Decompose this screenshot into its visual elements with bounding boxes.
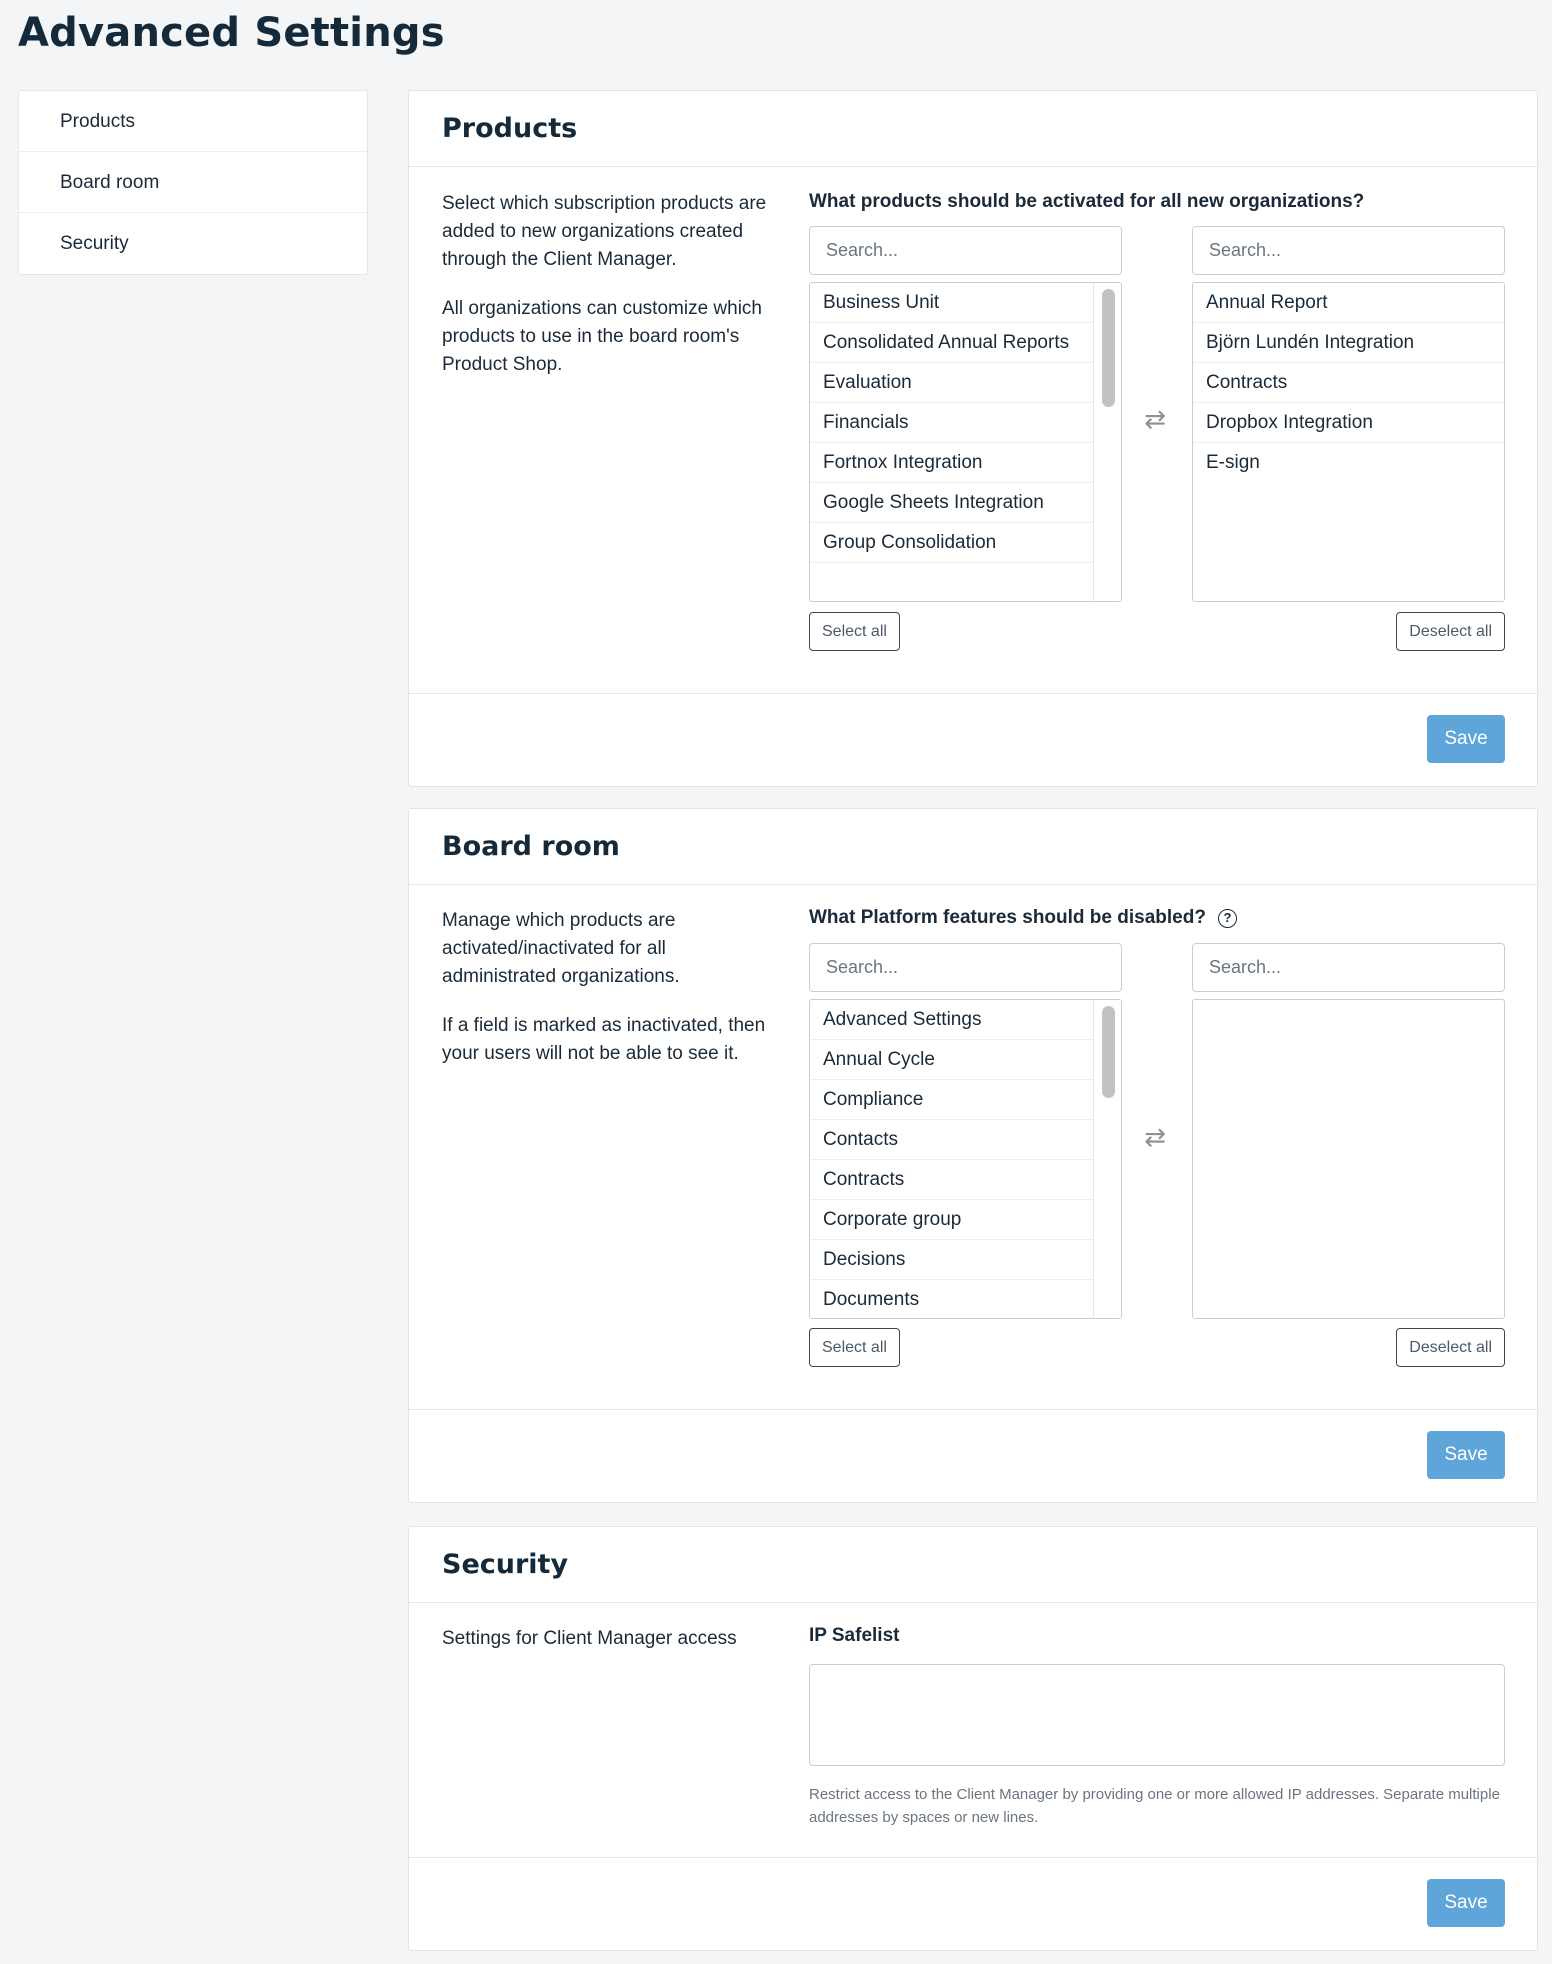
ip-safelist-label: IP Safelist (809, 1625, 899, 1647)
security-card: Security Settings for Client Manager acc… (408, 1526, 1538, 1951)
board-room-available-list[interactable]: Advanced Settings Annual Cycle Complianc… (809, 999, 1122, 1319)
list-item[interactable]: Contracts (810, 1160, 1093, 1200)
products-card-footer: Save (409, 693, 1537, 786)
sidebar-item-security[interactable]: Security (19, 213, 367, 274)
products-card: Products Select which subscription produ… (408, 90, 1538, 787)
list-item[interactable]: Contacts (810, 1120, 1093, 1160)
list-item[interactable]: Group Consolidation (810, 523, 1093, 563)
scroll-thumb[interactable] (1102, 1006, 1115, 1098)
list-item[interactable]: E-sign (1193, 443, 1504, 482)
list-item[interactable]: Documents (810, 1280, 1093, 1318)
sidebar-item-products[interactable]: Products (19, 91, 367, 152)
board-room-description-text-1: Manage which products are activated/inac… (442, 910, 680, 987)
list-item[interactable]: Dropbox Integration (1193, 403, 1504, 443)
products-selected-search-input[interactable] (1192, 226, 1505, 275)
board-room-card-footer: Save (409, 1409, 1537, 1502)
list-item[interactable]: Decisions (810, 1240, 1093, 1280)
scrollbar[interactable] (1093, 1000, 1121, 1318)
security-description: Settings for Client Manager access (442, 1625, 802, 1674)
list-item[interactable]: Annual Report (1193, 283, 1504, 323)
products-question-label: What products should be activated for al… (809, 191, 1365, 212)
security-card-footer: Save (409, 1857, 1537, 1950)
list-item[interactable]: Fortnox Integration (810, 443, 1093, 483)
page-title: Advanced Settings (18, 10, 445, 56)
board-room-question-label: What Platform features should be disable… (809, 907, 1206, 928)
list-item[interactable]: Advanced Settings (810, 1000, 1093, 1040)
products-card-body: Select which subscription products are a… (409, 167, 1537, 693)
products-card-header: Products (409, 91, 1537, 167)
board-room-card-header: Board room (409, 809, 1537, 885)
board-room-selected-search-input[interactable] (1192, 943, 1505, 992)
products-description-text-2: All organizations can customize which pr… (442, 298, 762, 375)
list-item[interactable]: Business Unit (810, 283, 1093, 323)
board-room-card-title: Board room (442, 831, 620, 862)
products-deselect-all-button[interactable]: Deselect all (1396, 612, 1505, 651)
list-item[interactable]: Compliance (810, 1080, 1093, 1120)
list-item[interactable]: Consolidated Annual Reports (810, 323, 1093, 363)
ip-safelist-field[interactable] (809, 1664, 1505, 1766)
list-item[interactable]: Björn Lundén Integration (1193, 323, 1504, 363)
board-room-card: Board room Manage which products are act… (408, 808, 1538, 1503)
transfer-arrows-icon: ⇄ (1144, 1122, 1166, 1152)
ip-safelist-label-text: IP Safelist (809, 1625, 900, 1646)
products-selected-list[interactable]: Annual Report Björn Lundén Integration C… (1192, 282, 1505, 602)
board-room-available-search-input[interactable] (809, 943, 1122, 992)
list-item[interactable]: Contracts (1193, 363, 1504, 403)
board-room-save-button[interactable]: Save (1427, 1431, 1505, 1479)
products-description: Select which subscription products are a… (442, 190, 782, 400)
products-save-button[interactable]: Save (1427, 715, 1505, 763)
sidebar: Products Board room Security (18, 90, 368, 275)
products-available-search-input[interactable] (809, 226, 1122, 275)
products-description-text-1: Select which subscription products are a… (442, 193, 767, 270)
security-card-title: Security (442, 1549, 569, 1580)
scroll-thumb[interactable] (1102, 289, 1115, 407)
board-room-selected-list[interactable] (1192, 999, 1505, 1319)
board-room-description: Manage which products are activated/inac… (442, 907, 782, 1089)
products-available-list[interactable]: Business Unit Consolidated Annual Report… (809, 282, 1122, 602)
products-select-all-button[interactable]: Select all (809, 612, 900, 651)
security-card-body: Settings for Client Manager access IP Sa… (409, 1603, 1537, 1857)
question-circle-icon[interactable]: ? (1217, 908, 1237, 928)
products-card-title: Products (442, 113, 578, 144)
board-room-card-body: Manage which products are activated/inac… (409, 885, 1537, 1409)
transfer-arrows-icon: ⇄ (1144, 404, 1166, 434)
security-description-text: Settings for Client Manager access (442, 1628, 737, 1649)
list-item[interactable]: Financials (810, 403, 1093, 443)
board-room-question: What Platform features should be disable… (809, 907, 1237, 929)
ip-safelist-helper-text: Restrict access to the Client Manager by… (809, 1786, 1500, 1826)
list-item[interactable]: Evaluation (810, 363, 1093, 403)
board-room-description-text-2: If a field is marked as inactivated, the… (442, 1015, 766, 1064)
board-room-deselect-all-button[interactable]: Deselect all (1396, 1328, 1505, 1367)
products-question: What products should be activated for al… (809, 191, 1364, 213)
list-item[interactable]: Google Sheets Integration (810, 483, 1093, 523)
security-save-button[interactable]: Save (1427, 1879, 1505, 1927)
sidebar-item-board-room[interactable]: Board room (19, 152, 367, 213)
scrollbar[interactable] (1093, 283, 1121, 601)
list-item[interactable]: Corporate group (810, 1200, 1093, 1240)
board-room-select-all-button[interactable]: Select all (809, 1328, 900, 1367)
list-item[interactable]: Annual Cycle (810, 1040, 1093, 1080)
security-card-header: Security (409, 1527, 1537, 1603)
